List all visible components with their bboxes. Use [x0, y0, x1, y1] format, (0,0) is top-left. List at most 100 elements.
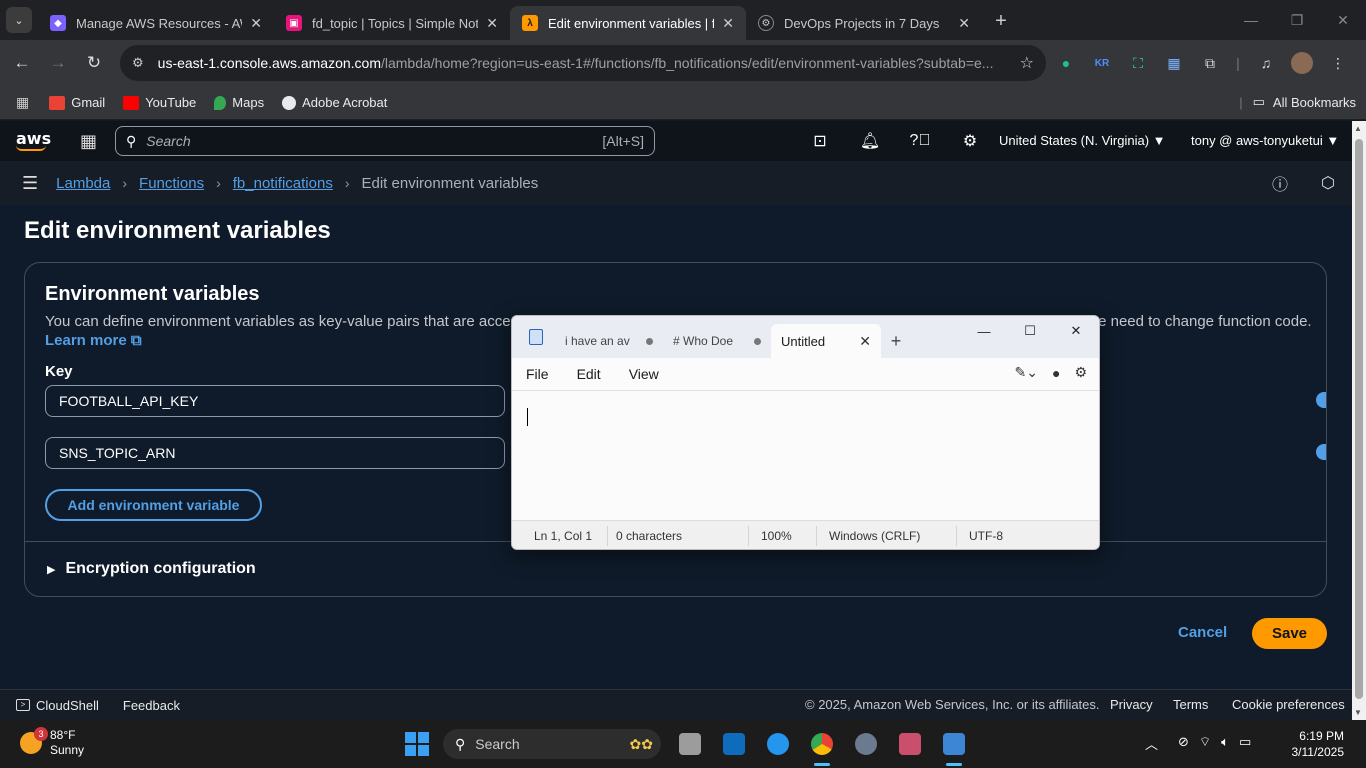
- task-view-icon[interactable]: [668, 726, 712, 762]
- feedback-link[interactable]: Feedback: [123, 698, 180, 713]
- menu-icon[interactable]: ☰: [22, 173, 38, 194]
- puzzle-icon[interactable]: ⧉: [1192, 45, 1228, 81]
- cookie-preferences-link[interactable]: Cookie preferences: [1232, 697, 1345, 712]
- page-scrollbar[interactable]: ▲ ▼: [1352, 121, 1366, 720]
- close-tab-icon[interactable]: ✕: [722, 15, 734, 32]
- aws-logo[interactable]: aws: [16, 131, 51, 151]
- browser-tab[interactable]: ⚙ DevOps Projects in 7 Days ✕: [746, 6, 982, 40]
- breadcrumb-lambda[interactable]: Lambda: [56, 175, 110, 192]
- avatar[interactable]: [1284, 45, 1320, 81]
- remove-button-edge[interactable]: [1316, 444, 1326, 460]
- notifications-panel-icon[interactable]: ⬡: [1304, 173, 1352, 193]
- minimize-icon[interactable]: —: [961, 316, 1007, 346]
- network-off-icon[interactable]: ⊘: [1178, 734, 1189, 753]
- encoding[interactable]: UTF-8: [957, 526, 1011, 546]
- clock[interactable]: 6:19 PM 3/11/2025: [1292, 728, 1345, 760]
- zoom-level[interactable]: 100%: [749, 525, 817, 546]
- notepad-taskbar-icon[interactable]: [932, 726, 976, 766]
- new-tab-button[interactable]: +: [986, 6, 1016, 36]
- bookmark-star-icon[interactable]: ☆: [1020, 53, 1034, 73]
- menu-file[interactable]: File: [526, 366, 549, 382]
- outlook-icon[interactable]: [712, 726, 756, 762]
- bookmark-youtube[interactable]: YouTube: [123, 95, 196, 110]
- account-menu[interactable]: tony @ aws-tonyuketui ▼: [1191, 133, 1339, 148]
- gear-icon[interactable]: ⚙: [945, 131, 995, 151]
- extension-icon[interactable]: KR: [1084, 45, 1120, 81]
- restore-icon[interactable]: ❐: [1274, 0, 1320, 40]
- account-icon[interactable]: ●: [1052, 365, 1060, 381]
- browser-tab-active[interactable]: λ Edit environment variables | fb_ ✕: [510, 6, 746, 40]
- browser-tab[interactable]: ▣ fd_topic | Topics | Simple Notific ✕: [274, 6, 510, 40]
- close-tab-icon[interactable]: ✕: [486, 15, 498, 32]
- key-input[interactable]: FOOTBALL_API_KEY: [45, 385, 505, 417]
- learn-more-link[interactable]: Learn more ⧉: [45, 332, 142, 349]
- chevron-up-icon[interactable]: ︿: [1145, 734, 1158, 753]
- taskbar-search[interactable]: ⚲ Search ✿✿: [443, 729, 661, 759]
- services-grid-icon[interactable]: ▦: [80, 131, 97, 152]
- start-button[interactable]: [405, 732, 429, 756]
- volume-icon[interactable]: 🔈︎: [1221, 734, 1229, 753]
- add-env-var-button[interactable]: Add environment variable: [45, 489, 262, 521]
- scroll-down-icon[interactable]: ▼: [1354, 708, 1362, 717]
- privacy-link[interactable]: Privacy: [1110, 697, 1153, 712]
- save-button[interactable]: Save: [1252, 618, 1327, 649]
- encryption-config-toggle[interactable]: ▶ Encryption configuration: [47, 560, 256, 578]
- reload-button[interactable]: ↻: [76, 45, 112, 81]
- settings-icon[interactable]: [844, 726, 888, 762]
- notepad-new-tab-button[interactable]: +: [881, 324, 911, 358]
- bell-icon[interactable]: 🔔︎: [845, 131, 895, 151]
- terms-link[interactable]: Terms: [1173, 697, 1208, 712]
- close-tab-icon[interactable]: ✕: [859, 333, 871, 350]
- notepad-tab-active[interactable]: Untitled ✕: [771, 324, 881, 358]
- menu-edit[interactable]: Edit: [577, 366, 601, 382]
- close-icon[interactable]: ✕: [1320, 0, 1366, 40]
- all-bookmarks[interactable]: | ▭ All Bookmarks: [1239, 94, 1356, 110]
- scroll-up-icon[interactable]: ▲: [1354, 124, 1362, 133]
- back-button[interactable]: ←: [4, 45, 40, 81]
- screenshot-icon[interactable]: ⛶: [1120, 45, 1156, 81]
- cloudshell-icon[interactable]: ⊡: [795, 131, 845, 151]
- region-selector[interactable]: United States (N. Virginia) ▼: [999, 133, 1166, 148]
- battery-icon[interactable]: ▭: [1239, 734, 1251, 753]
- bookmark-adobe[interactable]: Adobe Acrobat: [282, 95, 387, 110]
- media-icon[interactable]: ♫: [1248, 45, 1284, 81]
- forward-button[interactable]: →: [40, 45, 76, 81]
- bookmark-maps[interactable]: Maps: [214, 95, 264, 110]
- notepad-tab[interactable]: i have an av: [555, 324, 663, 358]
- help-icon[interactable]: ?⃝: [895, 132, 945, 150]
- maximize-icon[interactable]: ☐: [1007, 316, 1053, 346]
- weather-widget[interactable]: 3 88°F Sunny: [20, 727, 84, 758]
- notepad-tab[interactable]: # Who Doe: [663, 324, 771, 358]
- site-info-icon[interactable]: ⚙: [132, 55, 144, 71]
- scrollbar-thumb[interactable]: [1355, 139, 1363, 699]
- chrome-icon[interactable]: [800, 726, 844, 766]
- close-icon[interactable]: ✕: [1053, 316, 1099, 346]
- copilot-pen-icon[interactable]: ✎⌄: [1015, 364, 1038, 381]
- apps-grid-icon[interactable]: ▦: [16, 94, 29, 111]
- more-menu-icon[interactable]: ⋮: [1320, 45, 1356, 81]
- line-ending[interactable]: Windows (CRLF): [817, 525, 957, 546]
- cloudshell-button[interactable]: > CloudShell: [16, 698, 99, 713]
- address-bar[interactable]: ⚙ us-east-1.console.aws.amazon.com/lambd…: [120, 45, 1046, 81]
- docker-icon[interactable]: [756, 726, 800, 762]
- tab-search-button[interactable]: ⌄: [6, 7, 32, 33]
- settings-gear-icon[interactable]: ⚙: [1074, 364, 1087, 381]
- breadcrumb-function[interactable]: fb_notifications: [233, 175, 333, 192]
- browser-tab[interactable]: ◆ Manage AWS Resources - AWS ✕: [38, 6, 274, 40]
- aws-search-input[interactable]: ⚲ Search [Alt+S]: [115, 126, 655, 156]
- grammarly-icon[interactable]: ●: [1048, 45, 1084, 81]
- bookmark-gmail[interactable]: Gmail: [49, 95, 105, 110]
- close-tab-icon[interactable]: ✕: [250, 15, 262, 32]
- close-tab-icon[interactable]: ✕: [958, 15, 970, 32]
- wifi-icon[interactable]: ⌔: [1199, 734, 1211, 753]
- remove-button-edge[interactable]: [1316, 392, 1326, 408]
- notepad-text-area[interactable]: [512, 390, 1099, 520]
- breadcrumb-functions[interactable]: Functions: [139, 175, 204, 192]
- info-icon[interactable]: ⓘ: [1256, 171, 1304, 195]
- snipping-tool-icon[interactable]: [888, 726, 932, 762]
- menu-view[interactable]: View: [629, 366, 659, 382]
- photo-extension-icon[interactable]: ▦: [1156, 45, 1192, 81]
- cancel-button[interactable]: Cancel: [1178, 624, 1227, 641]
- key-input[interactable]: SNS_TOPIC_ARN: [45, 437, 505, 469]
- minimize-icon[interactable]: —: [1228, 0, 1274, 40]
